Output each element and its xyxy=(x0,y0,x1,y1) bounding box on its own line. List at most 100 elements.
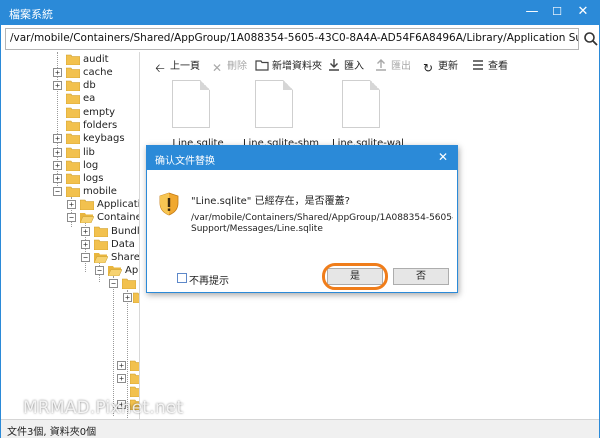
expand-icon[interactable]: + xyxy=(117,361,126,370)
import-icon xyxy=(327,58,341,72)
folder-icon xyxy=(80,199,94,210)
collapse-icon[interactable]: − xyxy=(67,213,76,222)
tree-item-cache[interactable]: + cache xyxy=(1,66,139,79)
dialog-message: "Line.sqlite" 已經存在，是否覆蓋? xyxy=(191,196,350,207)
tree-item-keybags[interactable]: + keybags xyxy=(1,132,139,145)
delete-button[interactable]: ✕ 刪除 xyxy=(210,58,247,76)
tree-item-label: empty xyxy=(83,107,116,118)
refresh-icon: ↻ xyxy=(422,61,434,75)
expand-icon[interactable]: + xyxy=(53,68,62,77)
watermark: MRMAD.Pixnet.net xyxy=(23,398,184,418)
tree-item-label: cache xyxy=(83,67,113,78)
file-icon xyxy=(255,80,293,128)
tree-item-label: Containers xyxy=(97,212,139,223)
no-button[interactable]: 否 xyxy=(393,268,449,285)
folder-open-icon xyxy=(94,253,108,263)
folder-icon xyxy=(66,120,80,131)
expand-icon[interactable]: + xyxy=(81,240,90,249)
tree-item-label: mobile xyxy=(83,186,117,197)
tree-item-shared[interactable]: − Shared xyxy=(1,251,139,264)
file-item[interactable]: Line.sqlite-shm xyxy=(239,80,319,150)
tree-item-log[interactable]: + log xyxy=(1,159,139,172)
minimize-button[interactable]: — xyxy=(522,3,542,21)
dialog-path-line1: /var/mobile/Containers/Shared/AppGroup/1… xyxy=(191,213,453,223)
status-text: 文件3個, 資料夾0個 xyxy=(7,427,97,438)
export-icon xyxy=(374,58,388,72)
collapse-icon[interactable]: − xyxy=(81,253,90,262)
tree-item-db[interactable]: + db xyxy=(1,79,139,92)
tree-item-data[interactable]: + Data xyxy=(1,238,139,251)
tree-item-folders[interactable]: folders xyxy=(1,119,139,132)
refresh-label: 更新 xyxy=(438,61,458,72)
dialog-close-button[interactable]: ✕ xyxy=(435,149,451,165)
status-bar: 文件3個, 資料夾0個 xyxy=(1,419,599,438)
delete-icon: ✕ xyxy=(211,61,223,75)
folder-icon xyxy=(66,133,80,144)
tree-item-logs[interactable]: + logs xyxy=(1,172,139,185)
tree-item-lib[interactable]: + lib xyxy=(1,146,139,159)
refresh-button[interactable]: ↻ 更新 xyxy=(421,58,458,76)
dont-show-label: 不再提示 xyxy=(189,276,229,287)
expand-icon[interactable]: + xyxy=(53,81,62,90)
folder-icon xyxy=(66,107,80,118)
dialog-path-line2: Support/Messages/Line.sqlite xyxy=(191,224,323,234)
tree-item-containers[interactable]: − Containers xyxy=(1,211,139,224)
folder-icon xyxy=(94,226,108,237)
file-item[interactable]: Line.sqlite-wal xyxy=(326,80,404,150)
tree-item-audit[interactable]: audit xyxy=(1,53,139,66)
folder-icon xyxy=(66,54,80,65)
folder-open-icon xyxy=(80,213,94,223)
file-system-window: 檔案系統 — ☐ ✕ /var/mobile/Containers/Shared… xyxy=(0,0,600,438)
new-folder-button[interactable]: 新增資料夾 xyxy=(255,58,322,76)
folder-icon xyxy=(94,239,108,250)
expand-icon[interactable]: + xyxy=(123,293,132,302)
tree-item-label: db xyxy=(83,80,96,91)
file-icon xyxy=(172,80,210,128)
new-folder-icon xyxy=(255,58,269,72)
tree-item-label: Bundle xyxy=(111,226,140,237)
expand-icon[interactable]: + xyxy=(81,227,90,236)
collapse-icon[interactable]: − xyxy=(53,187,62,196)
delete-label: 刪除 xyxy=(227,61,247,72)
tree-item-ea[interactable]: ea xyxy=(1,92,139,105)
dont-show-checkbox[interactable] xyxy=(177,273,187,283)
file-item[interactable]: Line.sqlite xyxy=(156,80,230,150)
tree-item-empty[interactable]: empty xyxy=(1,106,139,119)
folder-icon xyxy=(66,80,80,91)
folder-open-icon xyxy=(108,266,122,276)
tree-item-label: log xyxy=(83,160,99,171)
expand-icon[interactable]: + xyxy=(53,148,62,157)
window-title: 檔案系統 xyxy=(9,8,53,21)
expand-icon[interactable]: + xyxy=(53,134,62,143)
confirm-replace-dialog: 确认文件替换 ✕ "Line.sqlite" 已經存在，是否覆蓋? /var/m… xyxy=(146,145,458,293)
folder-icon xyxy=(130,386,139,397)
tree-item-appgroup[interactable]: − Ap xyxy=(1,264,139,277)
folder-icon xyxy=(66,67,80,78)
expand-icon[interactable]: + xyxy=(67,200,76,209)
tree-item-mobile[interactable]: − mobile xyxy=(1,185,139,198)
tree-item-label: keybags xyxy=(83,133,125,144)
maximize-button[interactable]: ☐ xyxy=(547,3,567,21)
tree-item-bundle[interactable]: + Bundle xyxy=(1,225,140,238)
import-button[interactable]: 匯入 xyxy=(327,58,364,76)
export-button[interactable]: 匯出 xyxy=(374,58,411,76)
folder-icon xyxy=(66,93,80,104)
folder-tree[interactable]: audit + cache + db ea empty folders + ke… xyxy=(1,52,140,419)
back-button[interactable]: 🡠 上一頁 xyxy=(153,58,200,76)
collapse-icon[interactable]: − xyxy=(109,279,118,288)
expand-icon[interactable]: + xyxy=(53,174,62,183)
collapse-icon[interactable]: − xyxy=(95,266,104,275)
tree-item-application[interactable]: + Application xyxy=(1,198,139,211)
folder-icon xyxy=(66,186,80,197)
path-input[interactable]: /var/mobile/Containers/Shared/AppGroup/1… xyxy=(5,28,579,50)
dialog-title-bar: 确认文件替换 ✕ xyxy=(147,146,457,170)
expand-icon[interactable]: + xyxy=(117,374,126,383)
expand-icon[interactable]: + xyxy=(53,161,62,170)
folder-icon xyxy=(130,373,139,384)
search-icon[interactable] xyxy=(583,30,599,48)
folder-open-icon xyxy=(122,278,136,289)
toolbar: 🡠 上一頁 ✕ 刪除 新增資料夾 匯入 匯出 ↻ 更新 查看 xyxy=(149,56,599,78)
tree-item-label: audit xyxy=(83,54,109,65)
view-button[interactable]: 查看 xyxy=(471,58,508,76)
close-button[interactable]: ✕ xyxy=(573,3,593,21)
